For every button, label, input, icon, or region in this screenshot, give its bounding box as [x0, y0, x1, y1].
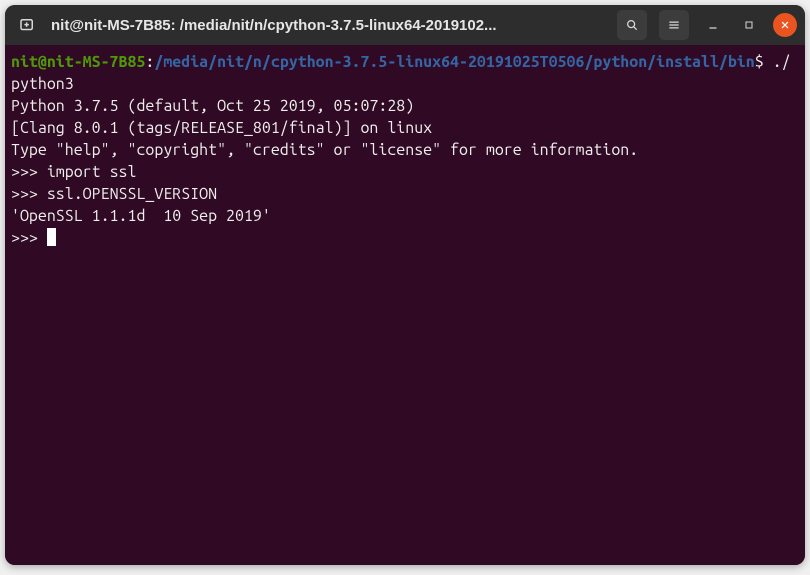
titlebar-left: [13, 11, 41, 39]
window-title: nit@nit-MS-7B85: /media/nit/n/cpython-3.…: [47, 17, 611, 34]
prompt-userhost: nit@nit-MS-7B85: [11, 53, 145, 71]
titlebar-right: [617, 10, 797, 40]
help-line: Type "help", "copyright", "credits" or "…: [11, 141, 638, 159]
compiler-line: [Clang 8.0.1 (tags/RELEASE_801/final)] o…: [11, 119, 432, 137]
menu-button[interactable]: [659, 10, 689, 40]
maximize-button[interactable]: [737, 13, 761, 37]
repl-input-2: ssl.OPENSSL_VERSION: [47, 185, 217, 203]
repl-output: 'OpenSSL 1.1.1d 10 Sep 2019': [11, 207, 271, 225]
python-version-line: Python 3.7.5 (default, Oct 25 2019, 05:0…: [11, 97, 423, 115]
terminal-window: nit@nit-MS-7B85: /media/nit/n/cpython-3.…: [5, 5, 805, 565]
terminal-body[interactable]: nit@nit-MS-7B85:/media/nit/n/cpython-3.7…: [5, 45, 805, 565]
cursor-icon: [47, 228, 56, 246]
prompt-path: /media/nit/n/cpython-3.7.5-linux64-20191…: [154, 53, 754, 71]
prompt-dollar: $: [755, 53, 773, 71]
new-tab-icon[interactable]: [13, 11, 41, 39]
repl-input-1: import ssl: [47, 163, 137, 181]
repl-prompt: >>>: [11, 185, 47, 203]
search-button[interactable]: [617, 10, 647, 40]
titlebar: nit@nit-MS-7B85: /media/nit/n/cpython-3.…: [5, 5, 805, 45]
repl-prompt: >>>: [11, 163, 47, 181]
close-button[interactable]: [773, 13, 797, 37]
minimize-button[interactable]: [701, 13, 725, 37]
repl-prompt: >>>: [11, 229, 47, 247]
